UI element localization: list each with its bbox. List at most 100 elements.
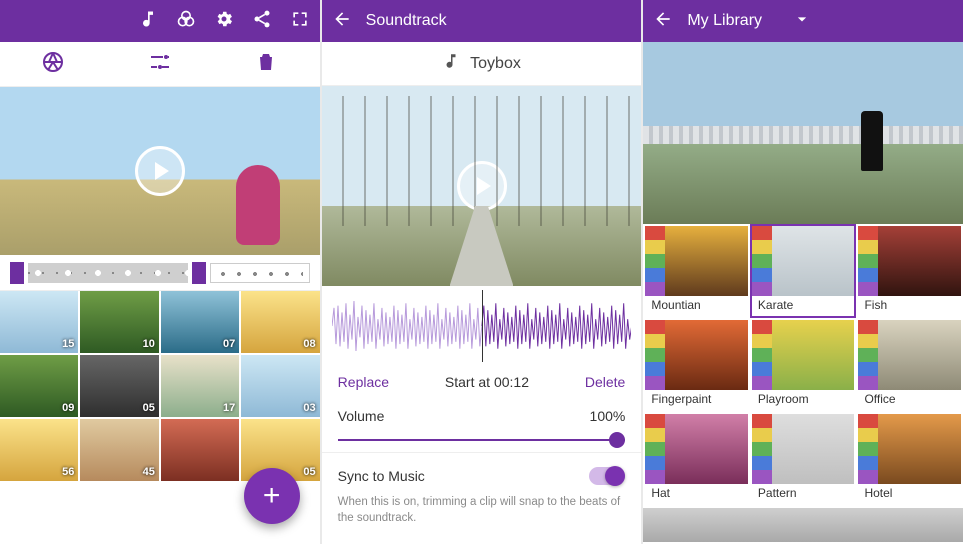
clip-duration: 08 (303, 338, 315, 350)
clip-thumb[interactable]: 08 (241, 291, 319, 353)
library-thumb-image (878, 320, 961, 390)
clip-thumb[interactable]: 15 (0, 291, 78, 353)
track-name: Toybox (470, 55, 521, 73)
soundtrack-preview (322, 86, 642, 286)
timeline-handle-left[interactable] (10, 262, 24, 284)
waveform[interactable] (322, 286, 642, 366)
library-thumb-image (665, 226, 748, 296)
library-item-label: Mountian (645, 296, 748, 316)
library-item-label: Karate (752, 296, 855, 316)
timeline[interactable] (0, 255, 320, 291)
clip-duration: 09 (62, 402, 74, 414)
hero-figure (861, 111, 883, 171)
swatch-strip (858, 320, 878, 390)
library-back-icon[interactable] (653, 9, 673, 34)
fullscreen-icon[interactable] (290, 9, 310, 34)
library-appbar: My Library (643, 0, 963, 42)
clip-thumb[interactable]: 45 (80, 419, 158, 481)
back-icon[interactable] (332, 9, 352, 34)
swatch-strip (752, 414, 772, 484)
clip-thumb[interactable]: 05 (80, 355, 158, 417)
library-thumb-image (772, 320, 855, 390)
clip-duration: 05 (143, 402, 155, 414)
clip-duration: 45 (143, 466, 155, 478)
library-grid: MountianKarateFish FingerpaintPlayroomOff… (643, 224, 963, 544)
editor-preview (0, 87, 320, 255)
clip-duration: 17 (223, 402, 235, 414)
swatch-strip (645, 320, 665, 390)
replace-button[interactable]: Replace (338, 374, 389, 390)
library-item[interactable]: Hotel (856, 412, 963, 506)
track-actions: Replace Start at 00:12 Delete (322, 366, 642, 398)
timeline-track[interactable] (28, 263, 188, 283)
library-item[interactable]: Karate (750, 224, 857, 318)
swatch-strip (752, 320, 772, 390)
library-item-label: Hat (645, 484, 748, 504)
volume-slider-knob[interactable] (609, 432, 625, 448)
library-item[interactable]: Mountian (643, 224, 750, 318)
library-item[interactable]: Fish (856, 224, 963, 318)
swatch-strip (752, 226, 772, 296)
library-thumb-image (878, 226, 961, 296)
aperture-icon[interactable] (41, 50, 65, 79)
sync-label: Sync to Music (338, 468, 425, 484)
play-button[interactable] (135, 146, 185, 196)
volume-label: Volume (338, 408, 385, 424)
library-overflow-row (643, 506, 963, 542)
library-item-label: Fingerpaint (645, 390, 748, 410)
library-panel: My Library MountianKarateFish Fingerpaint… (643, 0, 963, 544)
editor-panel: 15 10 07 08 09 05 17 03 56 45 05 + (0, 0, 320, 544)
settings-icon[interactable] (214, 9, 234, 34)
clip-thumb[interactable] (161, 419, 239, 481)
sync-row: Sync to Music (322, 452, 642, 491)
clip-duration: 10 (143, 338, 155, 350)
library-thumb-image (878, 414, 961, 484)
delete-button[interactable]: Delete (585, 374, 625, 390)
library-item[interactable]: Fingerpaint (643, 318, 750, 412)
library-thumb-image (772, 226, 855, 296)
waveform-cursor[interactable] (482, 290, 483, 362)
themes-icon[interactable] (176, 9, 196, 34)
library-thumb-image (772, 414, 855, 484)
editor-subbar (0, 42, 320, 87)
sync-hint: When this is on, trimming a clip will sn… (322, 491, 642, 540)
clip-duration: 15 (62, 338, 74, 350)
volume-value: 100% (590, 408, 626, 424)
music-note-icon (442, 52, 460, 75)
library-item[interactable]: Hat (643, 412, 750, 506)
sliders-icon[interactable] (148, 50, 172, 79)
swatch-strip (858, 414, 878, 484)
clip-thumb[interactable]: 03 (241, 355, 319, 417)
library-item[interactable]: Office (856, 318, 963, 412)
trash-icon[interactable] (254, 50, 278, 79)
library-item-label: Playroom (752, 390, 855, 410)
clip-duration: 03 (303, 402, 315, 414)
clip-duration: 56 (62, 466, 74, 478)
swatch-strip (645, 226, 665, 296)
track-header[interactable]: Toybox (322, 42, 642, 86)
start-at-label: Start at 00:12 (445, 374, 529, 390)
clip-thumb[interactable]: 10 (80, 291, 158, 353)
clip-thumb[interactable]: 07 (161, 291, 239, 353)
library-item-label: Office (858, 390, 961, 410)
soundtrack-panel: Soundtrack Toybox Replace Start at 00:12… (322, 0, 642, 544)
library-item[interactable]: Playroom (750, 318, 857, 412)
library-item[interactable]: Pattern (750, 412, 857, 506)
timeline-handle-right[interactable] (192, 262, 206, 284)
music-icon[interactable] (138, 9, 158, 34)
timeline-overflow[interactable] (210, 263, 310, 283)
chevron-down-icon (792, 9, 812, 34)
clip-duration: 07 (223, 338, 235, 350)
clip-thumb[interactable]: 56 (0, 419, 78, 481)
clip-thumb[interactable]: 09 (0, 355, 78, 417)
editor-appbar (0, 0, 320, 42)
clip-duration: 05 (303, 466, 315, 478)
volume-slider[interactable] (338, 430, 626, 450)
add-clip-fab[interactable]: + (244, 468, 300, 524)
library-hero (643, 42, 963, 224)
sync-toggle[interactable] (589, 467, 625, 485)
share-icon[interactable] (252, 9, 272, 34)
swatch-strip (645, 414, 665, 484)
clip-thumb[interactable]: 17 (161, 355, 239, 417)
library-dropdown[interactable]: My Library (687, 9, 812, 34)
